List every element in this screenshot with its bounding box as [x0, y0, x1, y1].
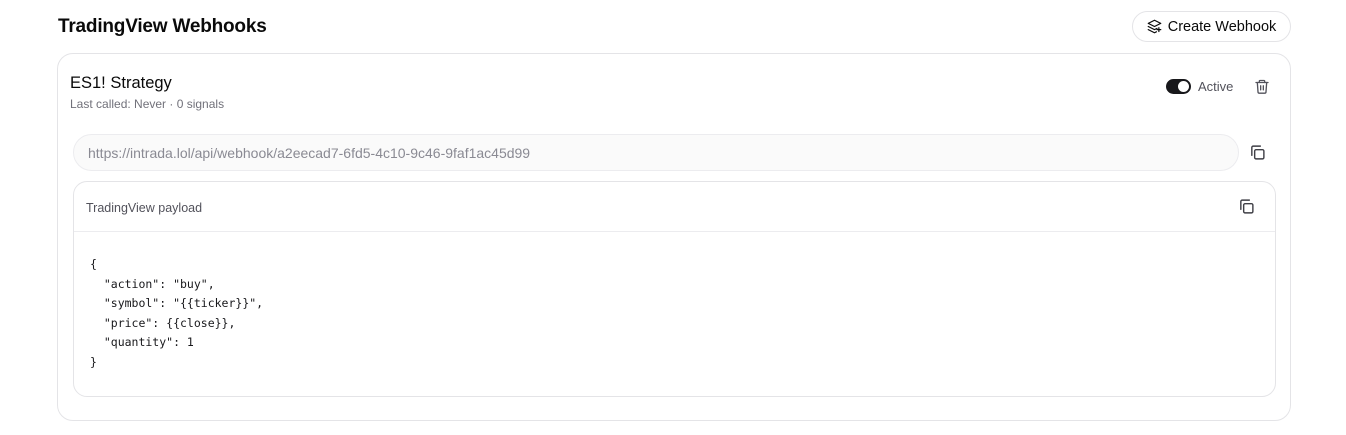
- copy-payload-icon[interactable]: [1238, 198, 1255, 215]
- create-webhook-label: Create Webhook: [1167, 18, 1277, 35]
- payload-code: { "action": "buy", "symbol": "{{ticker}}…: [90, 255, 263, 373]
- copy-url-icon[interactable]: [1249, 144, 1266, 161]
- webhook-meta: Last called: Never · 0 signals: [70, 97, 225, 111]
- layers-plus-icon: [1147, 19, 1162, 34]
- code-line: "price": {{close}},: [90, 315, 236, 330]
- code-line: "action": "buy",: [90, 276, 215, 291]
- active-toggle-label: Active: [1198, 79, 1234, 94]
- active-toggle[interactable]: [1166, 79, 1191, 94]
- code-line: }: [90, 354, 97, 369]
- code-line: "quantity": 1: [90, 335, 194, 350]
- code-line: "symbol": "{{ticker}}",: [90, 296, 264, 311]
- page-title: TradingView Webhooks: [58, 16, 267, 37]
- payload-header: TradingView payload: [74, 182, 1275, 232]
- webhook-url-field[interactable]: https://intrada.lol/api/webhook/a2eecad7…: [73, 134, 1239, 171]
- trash-icon[interactable]: [1254, 78, 1270, 95]
- payload-panel: TradingView payload { "action": "buy", "…: [73, 181, 1276, 397]
- create-webhook-button[interactable]: Create Webhook: [1132, 11, 1291, 42]
- code-line: {: [90, 257, 97, 271]
- webhook-name: ES1! Strategy: [70, 74, 172, 92]
- payload-title: TradingView payload: [86, 201, 203, 215]
- toggle-knob: [1178, 81, 1189, 92]
- webhook-card: ES1! Strategy Last called: Never · 0 sig…: [57, 53, 1291, 421]
